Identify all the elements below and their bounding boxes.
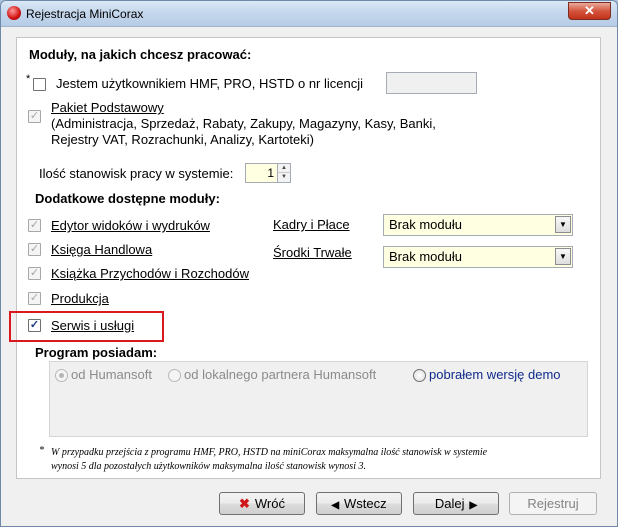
assets-module-select[interactable]: Brak modułu ▼	[383, 246, 573, 268]
close-button[interactable]: ✕	[568, 2, 611, 20]
base-package-checkbox: ✓	[28, 110, 41, 123]
module-label-ledger: Księga Handlowa	[51, 242, 153, 257]
hr-module-label: Kadry i Płace	[273, 217, 350, 232]
registration-window: Rejestracja MiniCorax ✕ Moduły, na jakic…	[0, 0, 618, 527]
module-label-service: Serwis i usługi	[51, 318, 135, 333]
register-button: Rejestruj	[509, 492, 597, 515]
back-button[interactable]: ◀ Wstecz	[316, 492, 402, 515]
existing-user-label: Jestem użytkownikiem HMF, PRO, HSTD o nr…	[56, 76, 364, 91]
window-title: Rejestracja MiniCorax	[26, 7, 144, 21]
asterisk-marker: *	[26, 73, 31, 85]
workstations-stepper[interactable]: ▲ ▼	[277, 163, 291, 183]
radio-humansoft	[55, 369, 68, 382]
radio-local-partner-label: od lokalnego partnera Humansoft	[184, 367, 377, 382]
module-checkbox-production: ✓	[28, 292, 41, 305]
workstations-input[interactable]: 1	[245, 163, 279, 183]
base-package-desc-line1: (Administracja, Sprzedaż, Rabaty, Zakupy…	[51, 116, 436, 131]
content-panel: Moduły, na jakich chcesz pracować: * Jes…	[9, 37, 601, 479]
base-package-desc-line2: Rejestry VAT, Rozrachunki, Analizy, Kart…	[51, 132, 314, 147]
next-button[interactable]: Dalej ▶	[413, 492, 499, 515]
license-number-input[interactable]	[386, 72, 477, 94]
module-label-production: Produkcja	[51, 291, 109, 306]
back-label: Wstecz	[344, 496, 387, 511]
back-all-label: Wróć	[254, 496, 285, 511]
footnote-line2: wynosi 5 dla pozostałych użytkowników ma…	[51, 461, 366, 472]
radio-demo[interactable]	[413, 369, 426, 382]
next-label: Dalej	[434, 496, 465, 511]
assets-module-label: Środki Trwałe	[273, 245, 352, 260]
module-checkbox-service[interactable]: ✓	[28, 319, 41, 332]
existing-user-checkbox[interactable]	[33, 78, 46, 91]
arrow-left-icon: ◀	[331, 500, 340, 511]
program-source-group: od Humansoft od lokalnego partnera Human…	[49, 361, 588, 437]
stepper-up-icon[interactable]: ▲	[278, 164, 290, 173]
additional-modules-heading: Dodatkowe dostępne moduły:	[35, 191, 220, 206]
cross-icon: ✖	[238, 496, 250, 511]
stepper-down-icon[interactable]: ▼	[278, 173, 290, 182]
base-package-name: Pakiet Podstawowy	[51, 100, 164, 115]
hr-dropdown-icon[interactable]: ▼	[555, 216, 571, 233]
workstations-label: Ilość stanowisk pracy w systemie:	[39, 166, 234, 181]
radio-local-partner	[168, 369, 181, 382]
back-all-button[interactable]: ✖ Wróć	[219, 492, 305, 515]
program-heading: Program posiadam:	[35, 345, 158, 360]
app-logo-icon	[7, 6, 21, 20]
module-checkbox-ledger: ✓	[28, 243, 41, 256]
module-checkbox-editor: ✓	[28, 219, 41, 232]
footnote-asterisk: *	[39, 445, 44, 456]
title-bar: Rejestracja MiniCorax ✕	[1, 1, 617, 27]
module-checkbox-revenue-book: ✓	[28, 267, 41, 280]
assets-module-value: Brak modułu	[389, 249, 462, 264]
assets-dropdown-icon[interactable]: ▼	[555, 248, 571, 265]
radio-demo-label[interactable]: pobrałem wersję demo	[429, 367, 561, 382]
footnote-line1: W przypadku przejścia z programu HMF, PR…	[51, 447, 488, 458]
modules-heading: Moduły, na jakich chcesz pracować:	[29, 47, 252, 62]
hr-module-value: Brak modułu	[389, 217, 462, 232]
hr-module-select[interactable]: Brak modułu ▼	[383, 214, 573, 236]
module-label-revenue-book: Książka Przychodów i Rozchodów	[51, 266, 249, 281]
module-label-editor: Edytor widoków i wydruków	[51, 218, 210, 233]
arrow-right-icon: ▶	[469, 500, 478, 511]
radio-humansoft-label: od Humansoft	[71, 367, 152, 382]
